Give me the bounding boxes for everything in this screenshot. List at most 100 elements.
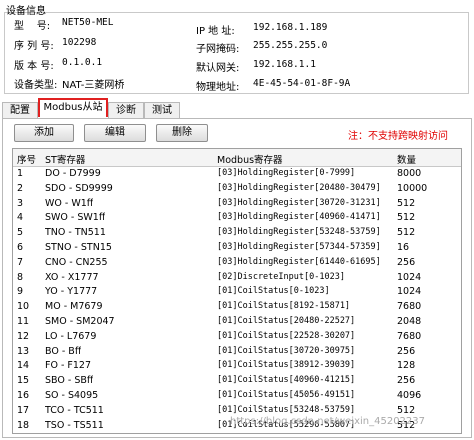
row-count: 1024 — [397, 286, 422, 298]
row-modbus-register: [03]HoldingRegister[30720-31231] — [217, 197, 381, 208]
serial-label: 序 列 号: — [14, 41, 54, 52]
row-index: 6 — [17, 242, 24, 253]
ip-value: 192.168.1.189 — [253, 22, 328, 33]
tab-config[interactable]: 配置 — [2, 102, 38, 118]
table-row[interactable]: 2 SDO - SD9999 [03]HoldingRegister[20480-3… — [13, 183, 461, 195]
table-row[interactable]: 9 YO - Y1777 [01]CoilStatus[0-1023] 1024 — [13, 286, 461, 298]
row-index: 8 — [17, 271, 24, 283]
row-st-register: STNO - STN15 — [45, 242, 112, 253]
register-table[interactable]: 序号 ST寄存器 Modbus寄存器 数量 1 DO - D7999 [03]Hol… — [12, 148, 462, 434]
table-row[interactable]: 5 TNO - TN511 [03]HoldingRegister[53248-53… — [13, 227, 461, 239]
row-count: 7680 — [397, 330, 422, 342]
table-row[interactable]: 17 TCO - TC511 [01]CoilStatus[53248-53759]… — [13, 405, 461, 417]
row-count: 512 — [397, 227, 416, 239]
row-index: 14 — [17, 360, 30, 372]
header-index[interactable]: 序号 — [17, 152, 36, 166]
table-row[interactable]: 15 SBO - SBff [01]CoilStatus[40960-41215] 2… — [13, 375, 461, 387]
table-row[interactable]: 11 SMO - SM2047 [01]CoilStatus[20480-22527… — [13, 316, 461, 328]
table-header: 序号 ST寄存器 Modbus寄存器 数量 — [13, 149, 461, 167]
device-type-label: 设备类型: — [14, 80, 58, 91]
row-count: 256 — [397, 375, 416, 387]
row-modbus-register: [01]CoilStatus[30720-30975] — [217, 345, 356, 356]
row-count: 512 — [397, 212, 416, 224]
row-st-register: WO - W1ff — [45, 197, 94, 209]
row-modbus-register: [03]HoldingRegister[20480-30479] — [217, 182, 381, 193]
row-st-register: MO - M7679 — [45, 301, 103, 313]
row-st-register: SDO - SD9999 — [45, 182, 113, 194]
watermark: https://blog.csdn.net/weixin_45202237 — [230, 416, 426, 427]
row-count: 2048 — [397, 316, 422, 327]
row-modbus-register: [03]HoldingRegister[53248-53759] — [217, 227, 381, 238]
row-st-register: CNO - CN255 — [45, 256, 108, 268]
row-st-register: TNO - TN511 — [45, 227, 106, 239]
row-modbus-register: [01]CoilStatus[20480-22527] — [217, 316, 356, 326]
row-index: 13 — [17, 345, 30, 357]
subnet-mask-value: 255.255.255.0 — [253, 40, 328, 51]
row-count: 4096 — [397, 390, 422, 401]
gateway-label: 默认网关: — [196, 63, 240, 74]
table-row[interactable]: 16 SO - S4095 [01]CoilStatus[45056-49151] 4… — [13, 390, 461, 402]
row-index: 15 — [17, 375, 30, 387]
row-index: 16 — [17, 390, 30, 401]
device-type-value: NAT-三菱网桥 — [62, 80, 125, 91]
table-row[interactable]: 7 CNO - CN255 [03]HoldingRegister[61440-61… — [13, 257, 461, 269]
row-st-register: TCO - TC511 — [45, 404, 104, 416]
mac-label: 物理地址: — [196, 82, 240, 93]
row-st-register: TSO - TS511 — [45, 419, 104, 431]
table-row[interactable]: 4 SWO - SW1ff [03]HoldingRegister[40960-41… — [13, 212, 461, 224]
header-count[interactable]: 数量 — [397, 152, 416, 166]
row-st-register: XO - X1777 — [45, 271, 99, 283]
row-modbus-register: [01]CoilStatus[38912-39039] — [217, 360, 356, 371]
table-row[interactable]: 6 STNO - STN15 [03]HoldingRegister[57344-5… — [13, 242, 461, 254]
version-value: 0.1.0.1 — [62, 57, 103, 68]
model-label: 型 号: — [14, 21, 51, 32]
row-st-register: SO - S4095 — [45, 390, 99, 401]
row-count: 16 — [397, 242, 410, 253]
row-index: 17 — [17, 404, 30, 416]
header-modbus-register[interactable]: Modbus寄存器 — [217, 152, 283, 166]
row-modbus-register: [01]CoilStatus[0-1023] — [217, 286, 330, 297]
row-index: 18 — [17, 419, 30, 431]
row-st-register: SMO - SM2047 — [45, 316, 115, 327]
row-st-register: YO - Y1777 — [45, 286, 98, 298]
row-modbus-register: [03]HoldingRegister[0-7999] — [217, 168, 356, 178]
table-row[interactable]: 13 BO - Bff [01]CoilStatus[30720-30975] 256 — [13, 346, 461, 358]
subnet-mask-label: 子网掩码: — [196, 44, 240, 55]
table-row[interactable]: 1 DO - D7999 [03]HoldingRegister[0-7999] 80… — [13, 168, 461, 180]
row-count: 256 — [397, 345, 416, 357]
row-modbus-register: [01]CoilStatus[53248-53759] — [217, 404, 356, 415]
row-index: 1 — [17, 168, 24, 179]
row-index: 7 — [17, 256, 24, 268]
header-st-register[interactable]: ST寄存器 — [45, 152, 85, 166]
table-row[interactable]: 10 MO - M7679 [01]CoilStatus[8192-15871] 76… — [13, 301, 461, 313]
table-row[interactable]: 14 FO - F127 [01]CoilStatus[38912-39039] 12… — [13, 360, 461, 372]
table-row[interactable]: 3 WO - W1ff [03]HoldingRegister[30720-3123… — [13, 198, 461, 210]
ip-label: IP 地 址: — [196, 26, 235, 37]
row-index: 9 — [17, 286, 24, 298]
model-value: NET50-MEL — [62, 17, 114, 28]
row-count: 512 — [397, 404, 416, 416]
tab-modbus-slave[interactable]: Modbus从站 — [38, 98, 108, 117]
gateway-value: 192.168.1.1 — [253, 59, 316, 70]
table-row[interactable]: 12 LO - L7679 [01]CoilStatus[22528-30207] 7… — [13, 331, 461, 343]
tab-diagnostics[interactable]: 诊断 — [108, 102, 144, 118]
row-count: 128 — [397, 360, 416, 372]
add-button[interactable]: 添加 — [14, 124, 74, 142]
serial-value: 102298 — [62, 37, 97, 48]
row-st-register: BO - Bff — [45, 345, 82, 357]
row-modbus-register: [01]CoilStatus[22528-30207] — [217, 330, 356, 341]
row-modbus-register: [02]DiscreteInput[0-1023] — [217, 271, 345, 282]
device-info-title: 设备信息 — [6, 6, 46, 17]
table-row[interactable]: 8 XO - X1777 [02]DiscreteInput[0-1023] 1024 — [13, 272, 461, 284]
row-modbus-register: [01]CoilStatus[8192-15871] — [217, 301, 351, 312]
row-count: 10000 — [397, 182, 428, 194]
row-count: 8000 — [397, 168, 422, 179]
tab-test[interactable]: 测试 — [144, 102, 180, 118]
row-count: 512 — [397, 197, 416, 209]
delete-button[interactable]: 删除 — [156, 124, 208, 142]
edit-button[interactable]: 编辑 — [84, 124, 146, 142]
row-st-register: FO - F127 — [45, 360, 92, 372]
row-st-register: LO - L7679 — [45, 330, 97, 342]
row-st-register: DO - D7999 — [45, 168, 101, 179]
row-st-register: SWO - SW1ff — [45, 212, 106, 224]
